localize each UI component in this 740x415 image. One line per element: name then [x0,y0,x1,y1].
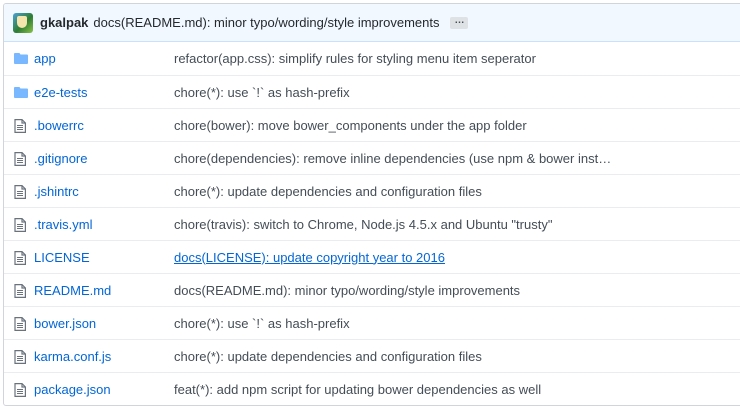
commit-author[interactable]: gkalpak [40,15,88,30]
file-name-link[interactable]: .jshintrc [34,184,79,199]
commit-message-link[interactable]: docs(LICENSE): update copyright year to … [174,250,445,265]
file-row: .travis.yml chore(travis): switch to Chro… [4,207,740,240]
file-name-link[interactable]: e2e-tests [34,85,87,100]
expand-commit-message-button[interactable]: … [450,15,469,29]
file-row: bower.json chore(*): use `!` as hash-pref… [4,306,740,339]
file-row: .bowerrc chore(bower): move bower_compone… [4,108,740,141]
file-icon [14,119,28,133]
file-icon [14,218,28,232]
file-row: app refactor(app.css): simplify rules for… [4,42,740,75]
commit-message-link[interactable]: docs(README.md): minor typo/wording/styl… [174,283,520,298]
file-name-link[interactable]: app [34,51,56,66]
file-icon [14,251,28,265]
file-browser: gkalpak docs(README.md): minor typo/word… [3,3,740,406]
folder-icon [14,52,28,65]
file-name-link[interactable]: .bowerrc [34,118,84,133]
commit-message-link[interactable]: chore(*): use `!` as hash-prefix [174,316,350,331]
file-name-link[interactable]: LICENSE [34,250,90,265]
file-name-link[interactable]: .travis.yml [34,217,93,232]
file-icon [14,152,28,166]
file-row: .gitignore chore(dependencies): remove in… [4,141,740,174]
latest-commit-bar: gkalpak docs(README.md): minor typo/word… [4,4,740,42]
commit-message-link[interactable]: chore(travis): switch to Chrome, Node.js… [174,217,552,232]
commit-message-link[interactable]: chore(*): update dependencies and config… [174,184,482,199]
commit-message[interactable]: docs(README.md): minor typo/wording/styl… [93,15,439,30]
file-name-link[interactable]: karma.conf.js [34,349,111,364]
file-row: README.md docs(README.md): minor typo/wor… [4,273,740,306]
file-icon [14,185,28,199]
file-icon [14,350,28,364]
file-icon [14,284,28,298]
file-name-link[interactable]: bower.json [34,316,96,331]
file-list: app refactor(app.css): simplify rules for… [4,42,740,405]
author-avatar[interactable] [13,12,33,33]
commit-message-link[interactable]: chore(dependencies): remove inline depen… [174,151,611,166]
file-name-link[interactable]: .gitignore [34,151,87,166]
folder-icon [14,86,28,99]
file-icon [14,317,28,331]
commit-message-link[interactable]: chore(*): update dependencies and config… [174,349,482,364]
file-row: karma.conf.js chore(*): update dependenci… [4,339,740,372]
file-name-link[interactable]: package.json [34,382,111,397]
commit-message-link[interactable]: chore(bower): move bower_components unde… [174,118,527,133]
file-row: e2e-tests chore(*): use `!` as hash-prefi… [4,75,740,108]
file-name-link[interactable]: README.md [34,283,111,298]
commit-message-link[interactable]: refactor(app.css): simplify rules for st… [174,51,536,66]
file-row: .jshintrc chore(*): update dependencies a… [4,174,740,207]
commit-message-link[interactable]: chore(*): use `!` as hash-prefix [174,85,350,100]
file-icon [14,383,28,397]
file-row: package.json feat(*): add npm script for … [4,372,740,405]
commit-message-link[interactable]: feat(*): add npm script for updating bow… [174,382,541,397]
file-row: LICENSE docs(LICENSE): update copyright y… [4,240,740,273]
